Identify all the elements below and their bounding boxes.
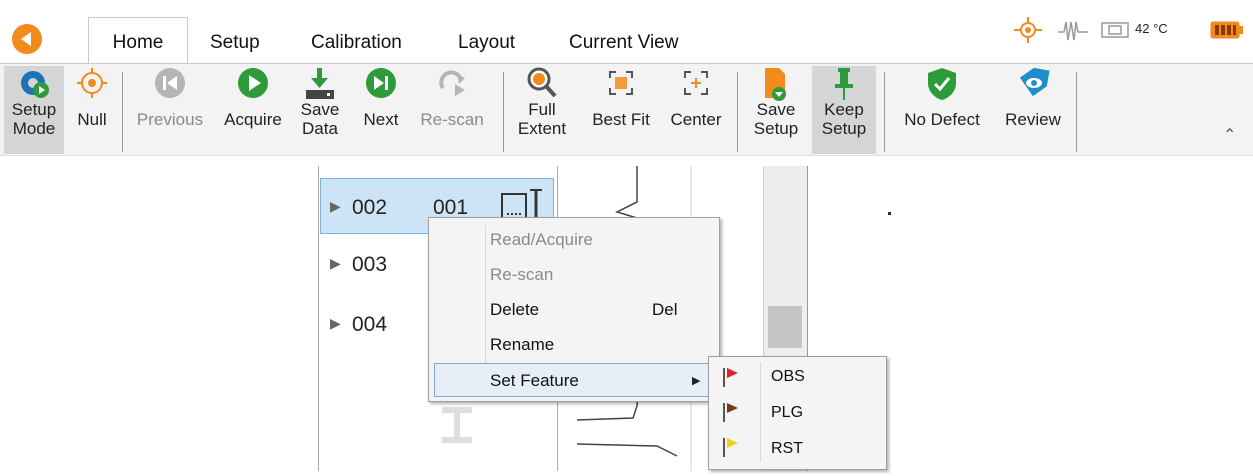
- review-button[interactable]: Review: [1000, 66, 1066, 129]
- ribbon-separator: [1076, 72, 1077, 152]
- submenu-gutter: [760, 362, 761, 462]
- rescan-icon: [439, 70, 465, 96]
- ribbon-separator: [884, 72, 885, 152]
- menu-item-set-feature[interactable]: Set Feature: [490, 371, 579, 391]
- shield-check-icon: [928, 68, 956, 100]
- full-extent-button[interactable]: Full Extent: [512, 66, 572, 138]
- acquire-label: Acquire: [224, 110, 282, 129]
- tab-current-view-label: Current View: [569, 32, 679, 53]
- ribbon-separator: [503, 72, 504, 152]
- scrollbar-thumb[interactable]: [768, 306, 802, 348]
- tab-home-label: Home: [112, 32, 164, 53]
- best-fit-label: Best Fit: [592, 110, 650, 129]
- save-setup-icon: [765, 68, 786, 101]
- signal-status-icon: [1058, 21, 1088, 41]
- tab-layout-label: Layout: [458, 32, 516, 53]
- menu-item-rescan[interactable]: Re-scan: [490, 265, 553, 285]
- rescan-button[interactable]: Re-scan: [410, 66, 494, 129]
- tree-item-label: 003: [352, 253, 388, 276]
- play-icon: [238, 68, 268, 98]
- center-label: Center: [670, 110, 722, 129]
- ribbon-separator: [737, 72, 738, 152]
- pin-icon: [835, 68, 853, 100]
- crosshair-icon: [77, 68, 107, 98]
- tab-calibration[interactable]: Calibration: [311, 27, 402, 59]
- ribbon-border: [0, 155, 1253, 156]
- rescan-label: Re-scan: [420, 110, 484, 129]
- setup-mode-label: Setup Mode: [11, 100, 57, 138]
- marker-dot: [888, 212, 891, 215]
- skip-back-icon: [155, 68, 185, 98]
- no-defect-label: No Defect: [904, 110, 980, 129]
- save-data-label: Save Data: [300, 100, 340, 138]
- collapse-ribbon-icon[interactable]: ⌃: [1223, 125, 1236, 145]
- delete-shortcut: Del: [652, 300, 678, 319]
- magnifier-icon: [527, 67, 557, 98]
- setup-mode-button[interactable]: Setup Mode: [4, 66, 64, 154]
- target-status-icon: [1014, 17, 1042, 43]
- tab-current-view[interactable]: Current View: [569, 27, 678, 59]
- probe-status-icon: [1101, 22, 1129, 38]
- back-button[interactable]: [12, 24, 42, 54]
- keep-setup-button[interactable]: Keep Setup: [812, 66, 876, 154]
- flag-fill: [727, 438, 738, 448]
- save-setup-label: Save Setup: [753, 100, 799, 138]
- menu-item-read-acquire[interactable]: Read/Acquire: [490, 230, 593, 250]
- submenu-item-plg[interactable]: PLG: [771, 404, 803, 422]
- menu-item-delete[interactable]: Delete: [490, 300, 539, 320]
- brown-flag-icon: [723, 403, 738, 422]
- next-button[interactable]: Next: [358, 66, 404, 129]
- expand-arrow-icon[interactable]: ▶: [330, 198, 341, 215]
- temperature-readout: 42 °C: [1135, 21, 1168, 36]
- submenu-item-obs[interactable]: OBS: [771, 368, 805, 386]
- previous-label: Previous: [136, 110, 204, 129]
- tree-item-label: 002: [352, 196, 388, 219]
- tab-layout[interactable]: Layout: [458, 27, 515, 59]
- expand-arrow-icon[interactable]: ▶: [330, 315, 341, 332]
- watermark-shape: [442, 407, 472, 443]
- background-watermark: [422, 400, 482, 471]
- full-extent-label: Full Extent: [517, 100, 567, 138]
- flag-fill: [727, 368, 738, 378]
- menu-item-rename[interactable]: Rename: [490, 335, 554, 355]
- save-data-button[interactable]: Save Data: [295, 66, 345, 138]
- null-label: Null: [77, 110, 107, 129]
- acquire-button[interactable]: Acquire: [218, 66, 288, 129]
- skip-forward-icon: [366, 68, 396, 98]
- tab-calibration-label: Calibration: [311, 32, 402, 53]
- back-arrow-icon: [21, 32, 31, 46]
- tree-item-label: 004: [352, 313, 388, 336]
- download-icon: [306, 68, 334, 99]
- review-label: Review: [1005, 110, 1061, 129]
- fit-icon: [609, 71, 633, 95]
- tab-setup[interactable]: Setup: [210, 27, 260, 59]
- submenu-arrow-icon: ▶: [692, 375, 701, 387]
- gear-icon: [21, 71, 49, 98]
- battery-icon: [1210, 21, 1243, 39]
- tag-eye-icon: [1019, 67, 1050, 97]
- null-button[interactable]: Null: [72, 66, 112, 129]
- save-setup-button[interactable]: Save Setup: [748, 66, 804, 138]
- submenu-item-rst[interactable]: RST: [771, 440, 803, 458]
- red-flag-icon: [723, 368, 738, 387]
- no-defect-button[interactable]: No Defect: [894, 66, 990, 129]
- center-icon: [684, 71, 708, 95]
- yellow-flag-icon: [723, 438, 738, 457]
- flag-fill: [727, 403, 738, 413]
- keep-setup-label: Keep Setup: [821, 100, 867, 138]
- center-button[interactable]: Center: [664, 66, 728, 129]
- expand-arrow-icon[interactable]: ▶: [330, 255, 341, 272]
- ribbon-separator: [122, 72, 123, 152]
- next-label: Next: [363, 110, 399, 129]
- tab-setup-label: Setup: [210, 32, 260, 53]
- previous-button[interactable]: Previous: [130, 66, 210, 129]
- best-fit-button[interactable]: Best Fit: [585, 66, 657, 129]
- tab-home[interactable]: Home: [88, 17, 188, 64]
